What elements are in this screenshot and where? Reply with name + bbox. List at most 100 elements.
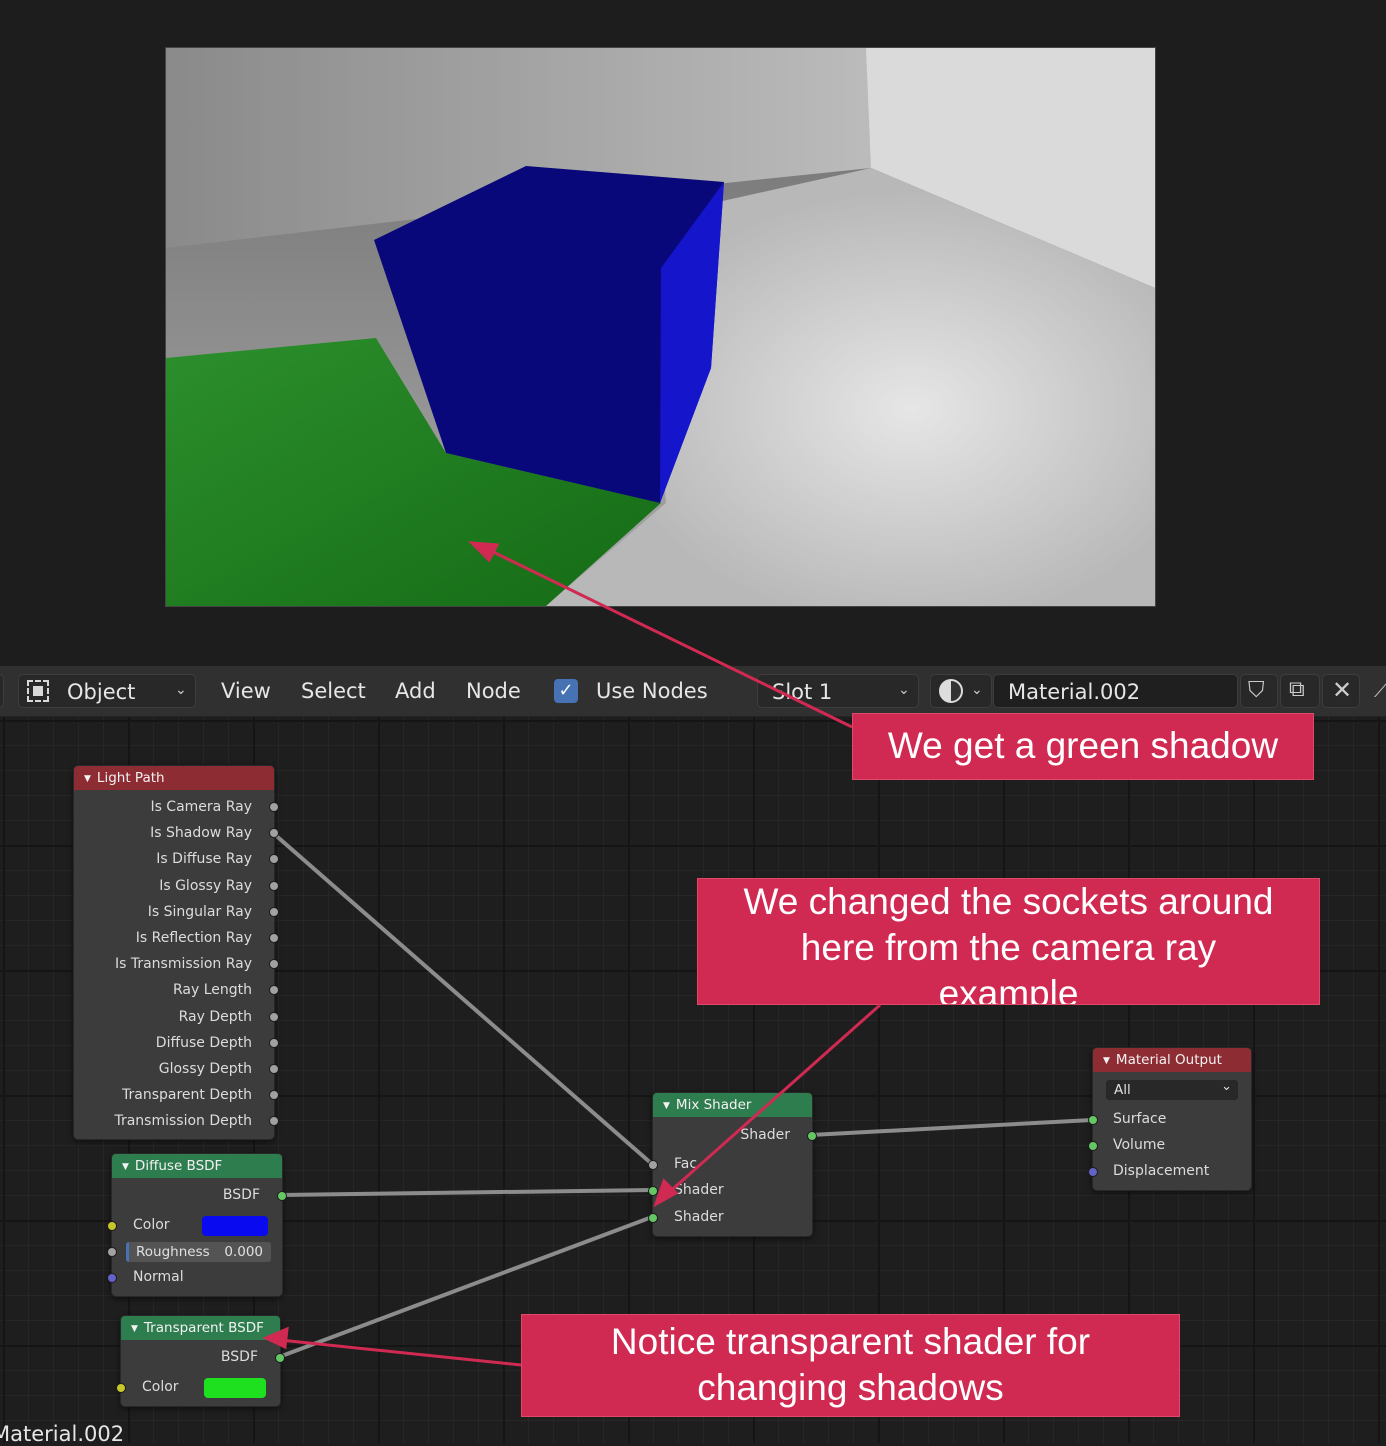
target-dropdown[interactable]: All ⌄ — [1106, 1079, 1238, 1100]
socket-shader2-in[interactable] — [648, 1213, 658, 1223]
pin-icon[interactable]: ⟋ — [1374, 678, 1386, 702]
material-sphere-icon — [939, 679, 963, 703]
output-is-diffuse-ray: Is Diffuse Ray — [156, 851, 252, 867]
link-shadow-to-fac — [271, 831, 654, 1166]
output-diffuse-depth: Diffuse Depth — [155, 1035, 252, 1051]
surface-label: Surface — [1113, 1111, 1167, 1127]
collapse-triangle-icon[interactable]: ▼ — [122, 1162, 129, 1172]
mode-label: Object — [67, 680, 136, 704]
material-name-field[interactable]: Material.002 — [993, 674, 1238, 708]
menu-view[interactable]: View — [221, 666, 271, 716]
color-swatch[interactable] — [204, 1378, 266, 1398]
socket-diffuse-depth[interactable] — [269, 1038, 279, 1048]
collapse-triangle-icon[interactable]: ▼ — [663, 1101, 670, 1111]
output-is-shadow-ray: Is Shadow Ray — [150, 825, 252, 841]
socket-is-diffuse-ray[interactable] — [269, 854, 279, 864]
output-glossy-depth: Glossy Depth — [158, 1061, 252, 1077]
diffuse-bsdf-node[interactable]: ▼ Diffuse BSDF BSDF Color Roughness 0.000… — [107, 1153, 287, 1297]
socket-is-transmission-ray[interactable] — [269, 959, 279, 969]
transparent-bsdf-node[interactable]: ▼ Transparent BSDF BSDF Color — [116, 1315, 285, 1407]
output-is-camera-ray: Is Camera Ray — [150, 799, 252, 815]
socket-color-in[interactable] — [107, 1221, 117, 1231]
render-image — [165, 47, 1156, 607]
color-label: Color — [142, 1379, 179, 1395]
chevron-down-icon: ⌄ — [175, 682, 187, 698]
socket-fac-in[interactable] — [648, 1160, 658, 1170]
node-title: Transparent BSDF — [143, 1320, 264, 1336]
material-name: Material.002 — [1008, 680, 1141, 704]
socket-is-singular-ray[interactable] — [269, 907, 279, 917]
socket-normal-in[interactable] — [107, 1273, 117, 1283]
fake-user-button[interactable]: ⛉ — [1240, 674, 1278, 708]
socket-volume-in[interactable] — [1088, 1141, 1098, 1151]
shader1-label: Shader — [674, 1182, 724, 1198]
socket-is-reflection-ray[interactable] — [269, 933, 279, 943]
socket-is-glossy-ray[interactable] — [269, 881, 279, 891]
material-output-node[interactable]: ▼ Material Output All ⌄ Surface Volume Di… — [1088, 1047, 1252, 1191]
light-path-node[interactable]: ▼ Light Path Is Camera Ray Is Shadow Ray … — [73, 765, 279, 1140]
menu-node[interactable]: Node — [466, 666, 521, 716]
socket-bsdf-out[interactable] — [275, 1353, 285, 1363]
close-icon: ✕ — [1332, 676, 1353, 704]
roughness-value: 0.000 — [224, 1244, 263, 1260]
roughness-slider[interactable]: Roughness 0.000 — [126, 1242, 271, 1262]
node-title: Material Output — [1115, 1052, 1222, 1068]
node-title: Diffuse BSDF — [134, 1158, 223, 1174]
socket-color-in[interactable] — [116, 1383, 126, 1393]
use-nodes-label[interactable]: Use Nodes — [596, 666, 708, 716]
socket-transparent-depth[interactable] — [269, 1090, 279, 1100]
mix-shader-node[interactable]: ▼ Mix Shader Shader Fac Shader Shader — [648, 1092, 817, 1237]
menu-select[interactable]: Select — [301, 666, 366, 716]
mode-dropdown[interactable]: Object ⌄ — [18, 674, 196, 708]
socket-ray-depth[interactable] — [269, 1012, 279, 1022]
socket-surface-in[interactable] — [1088, 1115, 1098, 1125]
chevron-down-icon: ⌄ — [1221, 1079, 1232, 1094]
output-transmission-depth: Transmission Depth — [114, 1113, 252, 1129]
volume-label: Volume — [1113, 1137, 1166, 1153]
output-bsdf: BSDF — [222, 1187, 260, 1203]
unlink-material-button[interactable]: ✕ — [1322, 674, 1360, 708]
socket-is-shadow-ray[interactable] — [269, 828, 279, 838]
color-swatch[interactable] — [202, 1216, 268, 1236]
chevron-down-icon: ⌄ — [898, 682, 910, 698]
shader2-label: Shader — [674, 1209, 724, 1225]
callout-transparent-shader: Notice transparent shader for changing s… — [521, 1314, 1180, 1417]
socket-roughness-in[interactable] — [107, 1247, 117, 1257]
color-label: Color — [133, 1217, 170, 1233]
checkmark-icon: ✓ — [558, 680, 574, 701]
socket-displacement-in[interactable] — [1088, 1167, 1098, 1177]
collapse-triangle-icon[interactable]: ▼ — [131, 1324, 138, 1334]
editor-type-stub[interactable] — [0, 674, 4, 708]
slot-label: Slot 1 — [772, 680, 833, 704]
callout-green-shadow: We get a green shadow — [852, 713, 1314, 780]
duplicate-material-button[interactable]: ⧉ — [1280, 674, 1320, 708]
use-nodes-checkbox[interactable]: ✓ — [554, 679, 578, 703]
material-browse-button[interactable]: ⌄ — [930, 674, 992, 708]
target-value: All — [1114, 1082, 1131, 1098]
link-mix-to-surface — [809, 1118, 1094, 1137]
fac-label: Fac — [674, 1156, 698, 1172]
output-bsdf: BSDF — [220, 1349, 258, 1365]
output-is-singular-ray: Is Singular Ray — [147, 904, 252, 920]
menu-add[interactable]: Add — [395, 666, 436, 716]
socket-is-camera-ray[interactable] — [269, 802, 279, 812]
socket-bsdf-out[interactable] — [277, 1191, 287, 1201]
node-editor-header: Object ⌄ View Select Add Node ✓ Use Node… — [0, 666, 1386, 717]
socket-glossy-depth[interactable] — [269, 1064, 279, 1074]
node-title: Light Path — [96, 770, 165, 786]
render-viewport — [0, 0, 1386, 666]
collapse-triangle-icon[interactable]: ▼ — [1103, 1056, 1110, 1066]
socket-ray-length[interactable] — [269, 985, 279, 995]
socket-shader-out[interactable] — [807, 1131, 817, 1141]
chevron-down-icon: ⌄ — [971, 682, 983, 698]
socket-shader1-in[interactable] — [648, 1186, 658, 1196]
collapse-triangle-icon[interactable]: ▼ — [84, 774, 91, 784]
output-shader: Shader — [740, 1127, 790, 1143]
callout-changed-sockets: We changed the sockets around here from … — [697, 878, 1320, 1005]
copy-icon: ⧉ — [1289, 677, 1305, 702]
slot-dropdown[interactable]: Slot 1 ⌄ — [757, 674, 919, 708]
output-is-glossy-ray: Is Glossy Ray — [159, 878, 252, 894]
socket-transmission-depth[interactable] — [269, 1116, 279, 1126]
object-mode-icon — [27, 680, 49, 702]
displacement-label: Displacement — [1113, 1163, 1210, 1179]
